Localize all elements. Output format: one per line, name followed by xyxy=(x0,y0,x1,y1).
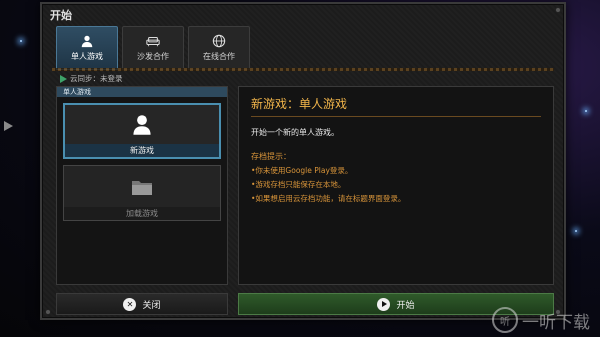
background-star xyxy=(20,40,22,42)
corner-rivet xyxy=(45,309,51,315)
load-game-slot[interactable]: 加载游戏 xyxy=(63,165,221,221)
slot-list-header: 单人游戏 xyxy=(57,87,227,97)
tab-label: 沙发合作 xyxy=(137,52,169,61)
tab-couch-coop[interactable]: 沙发合作 xyxy=(122,26,184,70)
google-play-icon xyxy=(60,74,67,83)
background-star xyxy=(585,110,587,112)
cloud-sync-status: 云同步：未登录 xyxy=(60,73,123,84)
start-dialog: 开始 单人游戏 沙发合作 在线合作 云同步：未登录 单人游戏 新游戏 加载游戏 … xyxy=(40,2,566,320)
close-icon: ✕ xyxy=(123,297,137,311)
play-icon xyxy=(377,297,391,311)
details-panel: 新游戏：单人游戏 开始一个新的单人游戏。 存档提示： •你未使用Google P… xyxy=(238,86,554,285)
close-label: 关闭 xyxy=(142,300,161,311)
corner-rivet xyxy=(555,7,561,13)
save-tip: •你未使用Google Play登录。 xyxy=(251,166,353,175)
close-button[interactable]: ✕ 关闭 xyxy=(56,293,228,315)
watermark: 听 一听下载 xyxy=(492,307,590,333)
load-game-label: 加载游戏 xyxy=(64,207,220,220)
selection-pointer-icon xyxy=(4,121,13,131)
sync-text: 云同步：未登录 xyxy=(70,74,123,83)
new-game-label: 新游戏 xyxy=(65,144,219,157)
tab-label: 单人游戏 xyxy=(71,52,103,61)
sofa-icon xyxy=(146,36,160,47)
globe-icon xyxy=(212,34,226,48)
watermark-logo-icon: 听 xyxy=(492,307,518,333)
person-icon xyxy=(133,114,151,135)
details-description: 开始一个新的单人游戏。 xyxy=(251,128,339,137)
save-tip: •如果想启用云存档功能，请在标题界面登录。 xyxy=(251,194,406,203)
watermark-text: 一听下载 xyxy=(522,312,590,333)
person-icon xyxy=(81,35,93,48)
dialog-title: 开始 xyxy=(50,9,72,22)
start-label: 开始 xyxy=(396,300,415,311)
save-tip: •游戏存档只能保存在本地。 xyxy=(251,180,346,189)
tab-divider xyxy=(52,68,554,71)
mode-tabs: 单人游戏 沙发合作 在线合作 xyxy=(56,26,250,70)
save-tips-header: 存档提示： xyxy=(251,152,291,161)
tab-label: 在线合作 xyxy=(203,52,235,61)
tab-single-player[interactable]: 单人游戏 xyxy=(56,26,118,70)
folder-icon xyxy=(132,180,152,195)
new-game-slot[interactable]: 新游戏 xyxy=(63,103,221,159)
save-slot-list: 单人游戏 新游戏 加载游戏 xyxy=(56,86,228,285)
background-star xyxy=(575,230,577,232)
details-title: 新游戏：单人游戏 xyxy=(251,95,541,117)
tab-online-coop[interactable]: 在线合作 xyxy=(188,26,250,70)
